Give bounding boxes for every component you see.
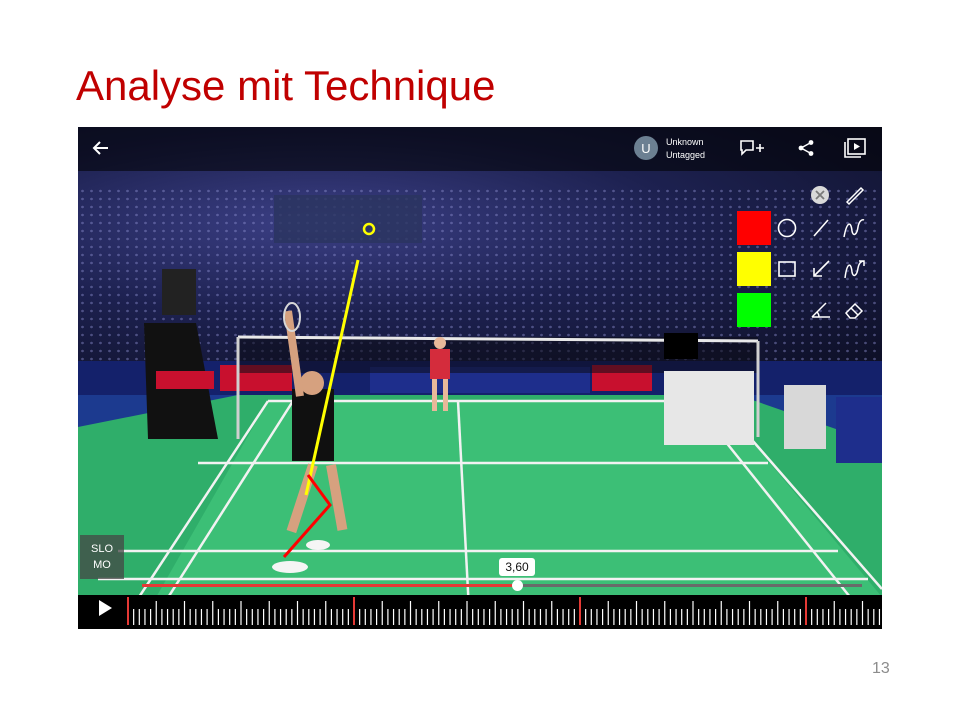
play-icon[interactable]	[94, 597, 116, 619]
badminton-court-scene	[78, 195, 882, 629]
rectangle-icon[interactable]	[773, 255, 801, 283]
page-number: 13	[872, 660, 890, 677]
slomo-label-line1: SLO	[90, 543, 113, 555]
color-swatch-red[interactable]	[737, 211, 771, 245]
slide-title: Analyse mit Technique	[76, 62, 496, 109]
slow-motion-button[interactable]: SLO MO	[80, 535, 124, 579]
share-icon[interactable]	[796, 138, 816, 158]
comment-add-icon[interactable]	[738, 138, 766, 158]
arrow-icon[interactable]	[807, 255, 835, 283]
present-icon[interactable]	[843, 137, 867, 159]
pencil-icon[interactable]	[840, 181, 868, 209]
user-tag: Untagged	[666, 150, 706, 160]
color-swatch-yellow[interactable]	[737, 252, 771, 286]
circle-icon[interactable]	[773, 214, 801, 242]
current-time-label: 3,60	[499, 558, 535, 576]
timeline-progress	[142, 584, 517, 587]
freehand-arrow-icon[interactable]	[840, 255, 868, 283]
color-swatch-green[interactable]	[737, 293, 771, 327]
avatar[interactable]: U	[634, 136, 658, 160]
timeline-scrubber-handle[interactable]	[512, 580, 523, 591]
line-icon[interactable]	[807, 214, 835, 242]
freehand-icon[interactable]	[840, 214, 868, 242]
user-name: Unknown	[666, 137, 704, 147]
arrow-left-icon[interactable]	[90, 137, 112, 159]
frame-ruler[interactable]	[78, 595, 882, 629]
eraser-icon[interactable]	[840, 296, 868, 324]
ruler-ticks	[127, 597, 881, 625]
close-icon[interactable]	[806, 181, 834, 209]
angle-icon[interactable]	[807, 296, 835, 324]
video-player[interactable]: U Unknown Untagged SLO MO 3,60	[78, 127, 882, 629]
slomo-label-line2: MO	[93, 559, 111, 571]
